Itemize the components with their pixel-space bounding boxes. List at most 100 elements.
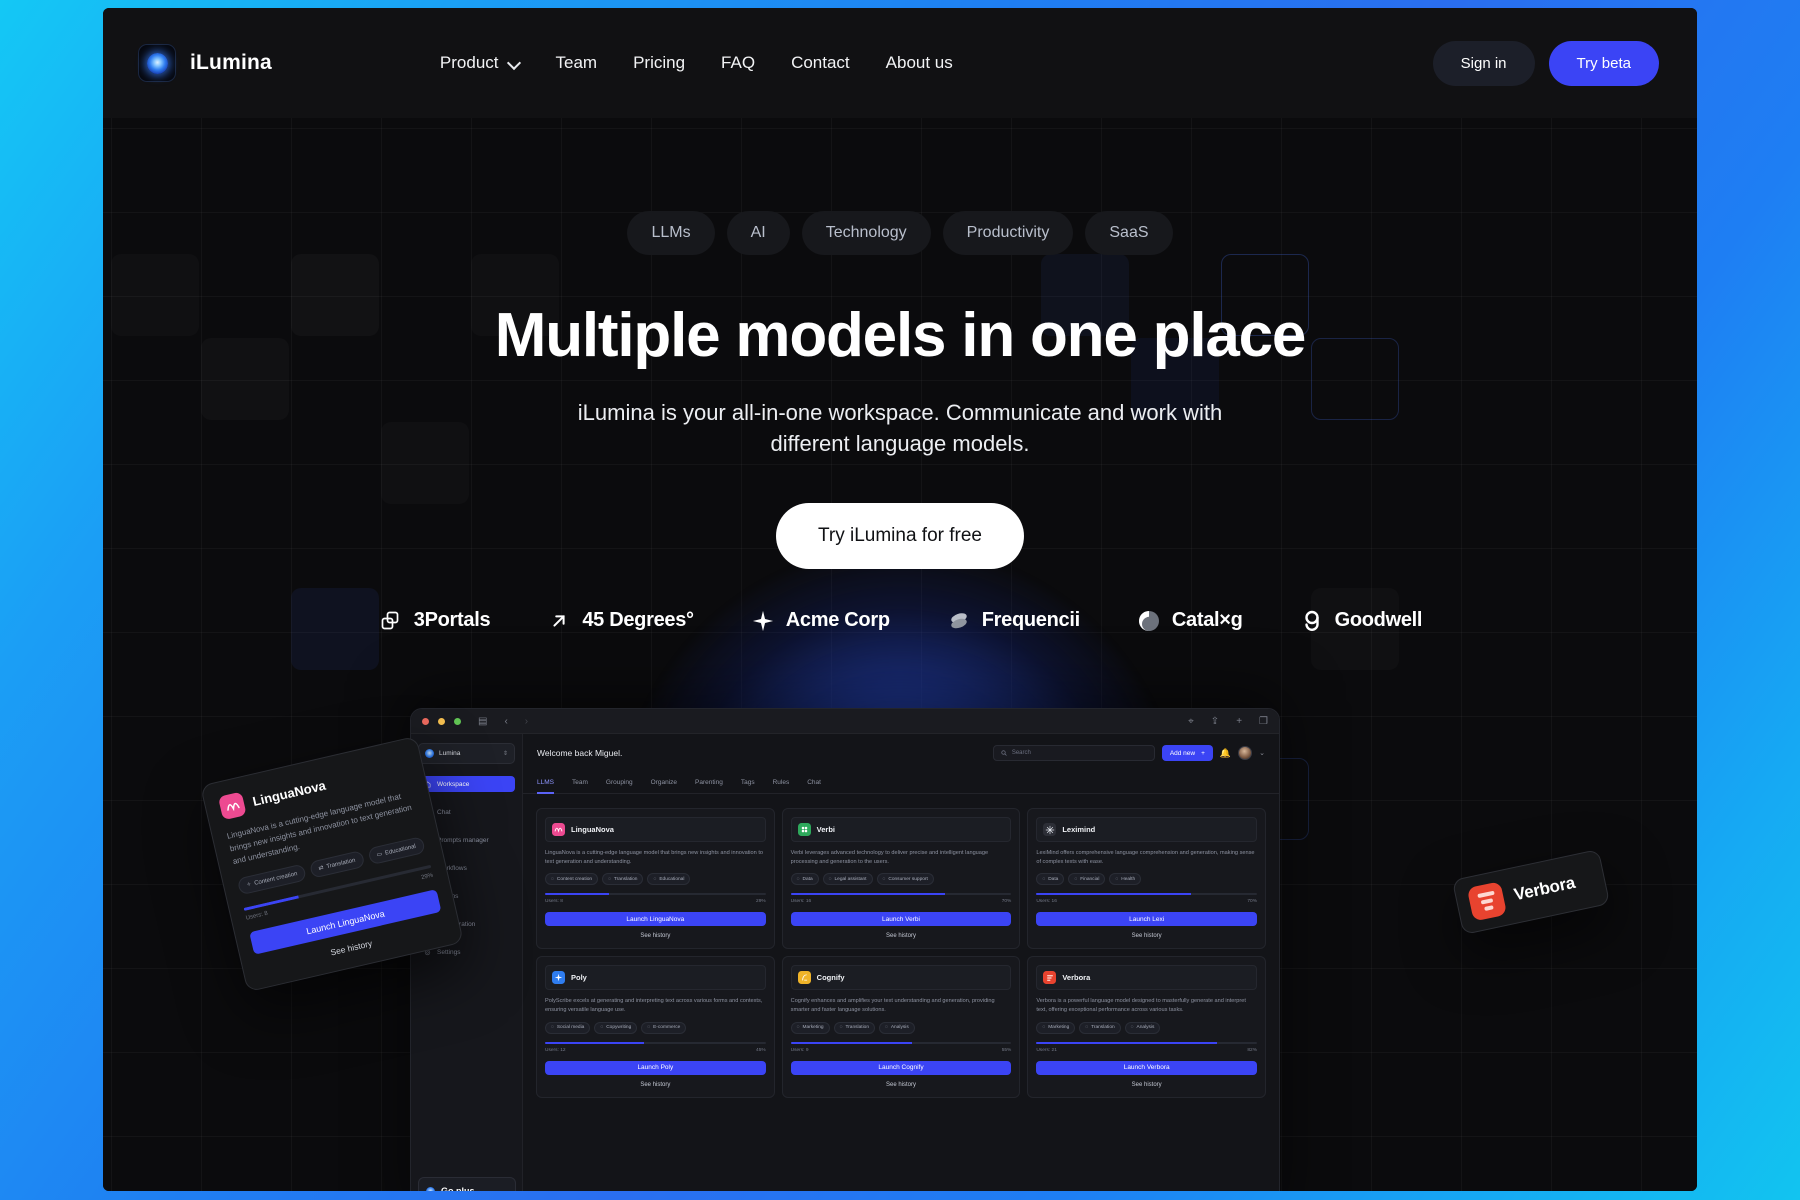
model-card-tag[interactable]: ◌ Data [790, 873, 819, 886]
nav-link-about-us[interactable]: About us [886, 53, 953, 73]
sidebar-toggle-icon[interactable]: ▤ [478, 716, 487, 727]
model-card-launch-button[interactable]: Launch LinguaNova [545, 912, 766, 927]
try-ilumina-for-free-button[interactable]: Try iLumina for free [775, 502, 1024, 569]
model-card-see-history-link[interactable]: See history [1036, 933, 1257, 939]
model-card-tag[interactable]: ◌ Analysis [879, 1021, 915, 1034]
model-card-tag[interactable]: ◌ Content creation [545, 873, 599, 886]
model-app-icon [1043, 823, 1057, 836]
model-card-header: Verbi [790, 817, 1012, 842]
tab-team[interactable]: Team [572, 772, 588, 794]
model-card-tag[interactable]: ◌ Translation [833, 1021, 875, 1034]
model-card-tag[interactable]: ◌ Marketing [1036, 1021, 1076, 1034]
add-new-button[interactable]: Add new + [1161, 745, 1213, 761]
upload-icon[interactable]: ⇪ [1211, 716, 1219, 727]
tab-organize[interactable]: Organize [651, 772, 677, 794]
chevron-down-icon[interactable]: ⌄ [1259, 749, 1265, 757]
tab-grouping[interactable]: Grouping [606, 772, 633, 794]
share-icon[interactable]: ⌖ [1188, 716, 1194, 727]
logo-3portals-label: 3Portals [413, 609, 491, 632]
forward-arrow-icon[interactable]: › [525, 716, 528, 727]
model-card-progress-bar [1036, 1041, 1257, 1044]
model-card-users: Users: 12 [545, 1047, 566, 1053]
tag-label: Content creation [253, 871, 299, 887]
arrow-up-right-icon [546, 608, 572, 634]
model-card-tags: ◌ Marketing ◌ Translation ◌ Analysis [1036, 1021, 1257, 1034]
sidebar-item-settings-label: Settings [437, 948, 461, 956]
pill-llms[interactable]: LLMs [627, 211, 715, 255]
model-card-see-history-link[interactable]: See history [545, 1082, 766, 1088]
pill-ai[interactable]: AI [726, 211, 790, 255]
model-card-progress-label: 29% [756, 899, 766, 905]
mockup-topbar-actions: Search Add new + 🔔 ⌄ [992, 745, 1265, 761]
floating-card-progress-label: 29% [420, 872, 434, 882]
tag-label: Translation [1091, 1025, 1115, 1031]
model-card-see-history-link[interactable]: See history [1036, 1082, 1257, 1088]
model-card-meta: Users: 16 70% [1036, 899, 1257, 904]
tag-content-creation[interactable]: ✧ Content creation [236, 863, 308, 896]
hero-section: LLMs AI Technology Productivity SaaS Mul… [103, 118, 1697, 1191]
pill-technology[interactable]: Technology [801, 211, 931, 255]
tab-chat[interactable]: Chat [807, 772, 821, 794]
notifications-bell-icon[interactable]: 🔔 [1220, 748, 1231, 759]
window-close-icon[interactable] [422, 717, 429, 725]
model-card-tag[interactable]: ◌ Copywriting [594, 1021, 638, 1034]
translate-icon: ⇄ [318, 865, 325, 873]
nav-link-contact[interactable]: Contact [791, 53, 850, 73]
brand-logo-link[interactable]: iLumina [138, 44, 272, 82]
model-card-description: Verbora is a powerful language model des… [1036, 998, 1246, 1013]
try-beta-button[interactable]: Try beta [1548, 40, 1659, 86]
tag-translation[interactable]: ⇄ Translation [309, 850, 366, 880]
pill-saas[interactable]: SaaS [1085, 211, 1173, 255]
model-card-launch-button[interactable]: Launch Verbi [790, 912, 1012, 927]
tag-icon: ◌ [551, 1025, 554, 1031]
model-card-tag[interactable]: ◌ E-commerce [641, 1021, 687, 1034]
sidebar-item-workspace[interactable]: Workspace [418, 776, 515, 792]
model-card-tag[interactable]: ◌ Marketing [790, 1021, 830, 1034]
nav-link-pricing[interactable]: Pricing [633, 53, 685, 73]
model-card-tag[interactable]: ◌ Consumer support [876, 873, 934, 886]
g-letter-icon [1299, 608, 1325, 634]
workspace-switcher[interactable]: Lumina ⇕ [418, 743, 515, 764]
model-card-launch-button[interactable]: Launch Poly [545, 1060, 766, 1075]
window-minimize-icon[interactable] [438, 717, 445, 725]
tab-parenting[interactable]: Parenting [695, 772, 723, 794]
copy-tabs-icon[interactable]: ❐ [1259, 716, 1268, 727]
logo-goodwell: Goodwell [1299, 608, 1423, 634]
tag-educational[interactable]: ▭ Educational [367, 836, 426, 866]
model-card-launch-button[interactable]: Launch Cognify [790, 1060, 1012, 1075]
search-input[interactable]: Search [992, 745, 1155, 761]
sign-in-button[interactable]: Sign in [1432, 40, 1535, 86]
model-card-see-history-link[interactable]: See history [545, 933, 766, 939]
model-card-tag[interactable]: ◌ Financial [1068, 873, 1106, 886]
model-card-tag[interactable]: ◌ Health [1109, 873, 1142, 886]
avatar[interactable] [1238, 746, 1253, 760]
model-card-launch-button[interactable]: Launch Lexi [1036, 912, 1257, 927]
stacked-discs-icon [946, 608, 972, 634]
window-maximize-icon[interactable] [454, 717, 461, 725]
nav-link-faq[interactable]: FAQ [721, 53, 755, 73]
model-card-tag[interactable]: ◌ Analysis [1124, 1021, 1161, 1034]
model-card-tag[interactable]: ◌ Translation [602, 873, 644, 886]
model-card-launch-button[interactable]: Launch Verbora [1036, 1060, 1257, 1075]
pill-productivity[interactable]: Productivity [942, 211, 1074, 255]
model-card-see-history-link[interactable]: See history [791, 1082, 1012, 1088]
model-card-tag[interactable]: ◌ Data [1036, 873, 1065, 886]
model-card-tag[interactable]: ◌ Educational [647, 873, 691, 886]
model-card-users: Users: 21 [1036, 1047, 1057, 1053]
page-title: Multiple models in one place [494, 301, 1307, 370]
model-card-see-history-link[interactable]: See history [791, 933, 1012, 939]
model-card-tag[interactable]: ◌ Social media [545, 1021, 591, 1034]
nav-link-team[interactable]: Team [556, 53, 598, 73]
four-point-star-icon [750, 608, 776, 634]
tag-label: E-commerce [653, 1025, 681, 1031]
model-card-tag[interactable]: ◌ Translation [1079, 1021, 1121, 1034]
tab-tags[interactable]: Tags [741, 772, 755, 794]
nav-link-product[interactable]: Product [440, 53, 520, 73]
tab-llms[interactable]: LLMS [537, 772, 554, 794]
model-card-tags: ◌ Data ◌ Financial ◌ Health [1036, 873, 1257, 886]
new-tab-icon[interactable]: + [1236, 716, 1242, 727]
back-arrow-icon[interactable]: ‹ [504, 716, 507, 727]
model-card-tag[interactable]: ◌ Legal assistant [822, 873, 873, 886]
floating-card-users: Users: 8 [245, 911, 269, 923]
tab-rules[interactable]: Rules [773, 772, 790, 794]
